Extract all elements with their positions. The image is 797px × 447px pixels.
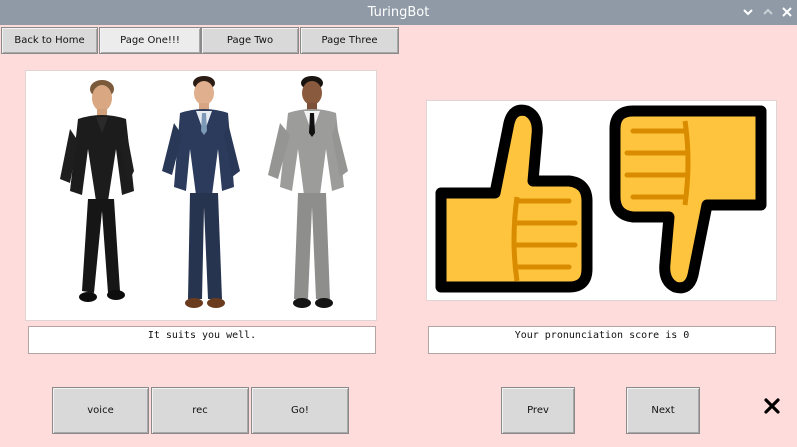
thumbs-down-icon <box>609 105 767 294</box>
page-three-button[interactable]: Page Three <box>300 27 399 54</box>
thumbs-up-icon <box>435 104 593 293</box>
page-one-button[interactable]: Page One!!! <box>99 27 201 54</box>
page-two-button[interactable]: Page Two <box>201 27 299 54</box>
window-title: TuringBot <box>367 5 430 20</box>
man-grey-suit <box>268 76 348 308</box>
chevron-down-icon[interactable] <box>740 4 756 20</box>
rec-button[interactable]: rec <box>151 387 249 434</box>
go-button[interactable]: Go! <box>251 387 349 434</box>
window-close-icon[interactable] <box>779 4 795 20</box>
prev-button[interactable]: Prev <box>501 387 575 434</box>
thumbs-image <box>426 100 777 301</box>
next-button[interactable]: Next <box>626 387 700 434</box>
voice-button[interactable]: voice <box>52 387 149 434</box>
back-to-home-button[interactable]: Back to Home <box>1 27 98 54</box>
window-titlebar: TuringBot <box>0 0 797 25</box>
man-black-suit <box>60 80 134 302</box>
caption-textbox[interactable]: It suits you well. <box>28 326 376 354</box>
suits-image <box>25 70 377 321</box>
man-navy-suit <box>162 76 240 308</box>
close-x-icon[interactable] <box>763 397 781 415</box>
chevron-up-icon[interactable] <box>760 4 776 20</box>
score-textbox[interactable]: Your pronunciation score is 0 <box>428 326 776 354</box>
